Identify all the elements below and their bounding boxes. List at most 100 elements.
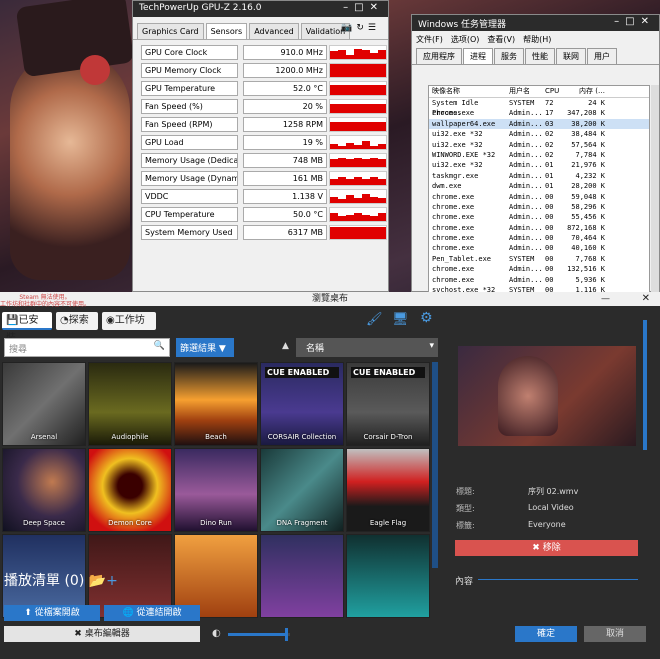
wallpaper-tile[interactable]: DNA Fragment bbox=[260, 448, 344, 532]
wallpaper-tile[interactable]: Dino Run bbox=[174, 448, 258, 532]
process-row[interactable]: System Idle Process SYSTEM 72 24 K bbox=[429, 98, 649, 118]
sort-direction-icon[interactable]: ▲ bbox=[282, 341, 289, 351]
volume-slider[interactable] bbox=[228, 628, 290, 641]
wallpaper-tile[interactable]: Deep Space bbox=[2, 448, 86, 532]
wallpaper-tile[interactable]: CUE ENABLED Corsair D-Tron bbox=[346, 362, 430, 446]
open-from-url-button[interactable]: 🌐 從連結開啟 bbox=[104, 605, 200, 621]
refresh-icon[interactable]: ↻ bbox=[356, 23, 368, 33]
sensor-label[interactable]: GPU Load bbox=[141, 135, 238, 150]
sensor-graph-bar bbox=[354, 227, 362, 239]
process-row[interactable]: chrome.exe Admin... 00 55,456 K bbox=[429, 212, 649, 222]
ok-button[interactable]: 確定 bbox=[515, 626, 577, 642]
tab-advanced[interactable]: Advanced bbox=[249, 23, 299, 39]
camera-icon[interactable]: 📷 bbox=[341, 23, 356, 33]
cancel-button[interactable]: 取消 bbox=[584, 626, 646, 642]
remove-button[interactable]: ✖ 移除 bbox=[455, 540, 638, 556]
sensor-label[interactable]: Fan Speed (%) bbox=[141, 99, 238, 114]
brush-icon[interactable]: 🖌 bbox=[366, 312, 383, 327]
col-user[interactable]: 用户名 bbox=[509, 86, 545, 97]
wallpaper-tile[interactable] bbox=[346, 534, 430, 618]
sensor-graph-bar bbox=[370, 196, 378, 203]
grid-scrollbar[interactable] bbox=[432, 362, 438, 568]
wallpaper-editor-button[interactable]: ✖ 桌布編輯器 bbox=[4, 626, 200, 642]
sensor-graph-bar bbox=[378, 143, 386, 149]
sensor-graph-bar bbox=[370, 146, 378, 149]
process-row[interactable]: ui32.exe *32 Admin... 01 21,976 K bbox=[429, 160, 649, 170]
process-row[interactable]: chrome.exe Admin... 00 59,048 K bbox=[429, 192, 649, 202]
process-cell: 24 K bbox=[588, 99, 605, 107]
wallpaper-tile[interactable]: CUE ENABLED CORSAIR Collection bbox=[260, 362, 344, 446]
search-input[interactable]: 搜尋 🔍 bbox=[4, 338, 170, 357]
sensor-label[interactable]: Memory Usage (Dedicated) bbox=[141, 153, 238, 168]
sensor-graph-bar bbox=[370, 85, 378, 95]
detail-rating-value: Everyone bbox=[528, 520, 566, 529]
wallpaper-tile[interactable]: Arsenal bbox=[2, 362, 86, 446]
menu-options[interactable]: 选项(O) bbox=[451, 34, 480, 45]
tab-graphics-card[interactable]: Graphics Card bbox=[137, 23, 204, 39]
tab-processes[interactable]: 进程 bbox=[463, 48, 493, 64]
process-cell: System Idle Process bbox=[432, 99, 479, 118]
tab-installed[interactable]: 💾已安裝 bbox=[2, 312, 52, 344]
tab-services[interactable]: 服务 bbox=[494, 48, 524, 64]
menu-file[interactable]: 文件(F) bbox=[416, 34, 443, 45]
sensor-label[interactable]: GPU Core Clock bbox=[141, 45, 238, 60]
sensor-graph-bar bbox=[378, 85, 386, 95]
tab-users[interactable]: 用户 bbox=[587, 48, 617, 64]
wallpaper-tile[interactable] bbox=[260, 534, 344, 618]
col-cpu[interactable]: CPU bbox=[545, 86, 567, 97]
col-memory[interactable]: 内存 (… bbox=[567, 86, 605, 97]
sensor-label[interactable]: Memory Usage (Dynamic) bbox=[141, 171, 238, 186]
tab-applications[interactable]: 应用程序 bbox=[416, 48, 462, 64]
add-icon[interactable]: + bbox=[106, 573, 118, 589]
details-scrollbar[interactable] bbox=[643, 320, 647, 450]
minimize-button[interactable]: — bbox=[601, 292, 610, 306]
close-button[interactable]: ✕ bbox=[642, 292, 650, 306]
process-row[interactable]: wallpaper64.exe Admin... 03 38,200 K bbox=[429, 118, 649, 130]
process-row[interactable]: chrome.exe Admin... 00 40,160 K bbox=[429, 243, 649, 253]
filter-button[interactable]: 篩選結果 ▼ bbox=[176, 338, 234, 357]
sensor-label[interactable]: System Memory Used bbox=[141, 225, 238, 240]
process-row[interactable]: ui32.exe *32 Admin... 02 57,564 K bbox=[429, 140, 649, 150]
preview-character bbox=[498, 356, 558, 436]
sensor-label[interactable]: CPU Temperature bbox=[141, 207, 238, 222]
sort-select[interactable]: 名稱 ▾ bbox=[296, 338, 438, 357]
wallpaper-tile[interactable]: Audiophile bbox=[88, 362, 172, 446]
wallpaper-tile[interactable]: Demon Core bbox=[88, 448, 172, 532]
process-row[interactable]: taskmgr.exe Admin... 01 4,232 K bbox=[429, 171, 649, 181]
process-row[interactable]: chrome.exe Admin... 00 5,936 K bbox=[429, 275, 649, 285]
process-row[interactable]: chrome.exe Admin... 00 872,168 K bbox=[429, 223, 649, 233]
process-row[interactable]: chrome.exe Admin... 17 347,208 K bbox=[429, 108, 649, 118]
window-controls[interactable]: –□✕ bbox=[614, 16, 655, 27]
tab-discover[interactable]: ◔探索 bbox=[56, 312, 98, 330]
process-row[interactable]: chrome.exe Admin... 00 132,516 K bbox=[429, 264, 649, 274]
monitor-icon[interactable]: 🖥 bbox=[392, 312, 409, 327]
menu-icon[interactable]: ☰ bbox=[368, 23, 380, 33]
gpuz-toolbar-icons[interactable]: 📷↻☰ bbox=[341, 23, 380, 33]
process-row[interactable]: WINWORD.EXE *32 Admin... 02 7,784 K bbox=[429, 150, 649, 160]
tab-sensors[interactable]: Sensors bbox=[205, 23, 248, 39]
folder-open-icon[interactable]: 📂 bbox=[89, 573, 106, 589]
slider-knob[interactable] bbox=[284, 628, 288, 641]
process-row[interactable]: dwm.exe Admin... 01 28,200 K bbox=[429, 181, 649, 191]
process-row[interactable]: chrome.exe Admin... 00 70,464 K bbox=[429, 233, 649, 243]
process-row[interactable]: Pen_Tablet.exe SYSTEM 00 7,768 K bbox=[429, 254, 649, 264]
window-controls[interactable]: –□✕ bbox=[343, 2, 384, 13]
sensor-label[interactable]: Fan Speed (RPM) bbox=[141, 117, 238, 132]
tab-networking[interactable]: 联网 bbox=[556, 48, 586, 64]
sensor-label[interactable]: GPU Temperature bbox=[141, 81, 238, 96]
process-row[interactable]: ui32.exe *32 Admin... 02 38,484 K bbox=[429, 129, 649, 139]
tab-workshop[interactable]: ◉工作坊 bbox=[102, 312, 156, 330]
gear-icon[interactable]: ⚙ bbox=[420, 310, 433, 326]
process-scrollbar[interactable] bbox=[651, 85, 659, 293]
open-from-file-button[interactable]: ⬆ 從檔案開啟 bbox=[4, 605, 100, 621]
col-image-name[interactable]: 映像名称 bbox=[429, 86, 509, 97]
sensor-label[interactable]: VDDC bbox=[141, 189, 238, 204]
wallpaper-tile[interactable]: Beach bbox=[174, 362, 258, 446]
sensor-label[interactable]: GPU Memory Clock bbox=[141, 63, 238, 78]
menu-help[interactable]: 帮助(H) bbox=[523, 34, 551, 45]
menu-view[interactable]: 查看(V) bbox=[487, 34, 515, 45]
tab-performance[interactable]: 性能 bbox=[525, 48, 555, 64]
wallpaper-engine-browser: 瀏覽桌布 — ✕ Steam 無法使用。工作坊和社群中的內容不可使用。 💾已安裝… bbox=[0, 292, 660, 659]
wallpaper-tile[interactable]: Eagle Flag bbox=[346, 448, 430, 532]
process-row[interactable]: chrome.exe Admin... 00 58,296 K bbox=[429, 202, 649, 212]
